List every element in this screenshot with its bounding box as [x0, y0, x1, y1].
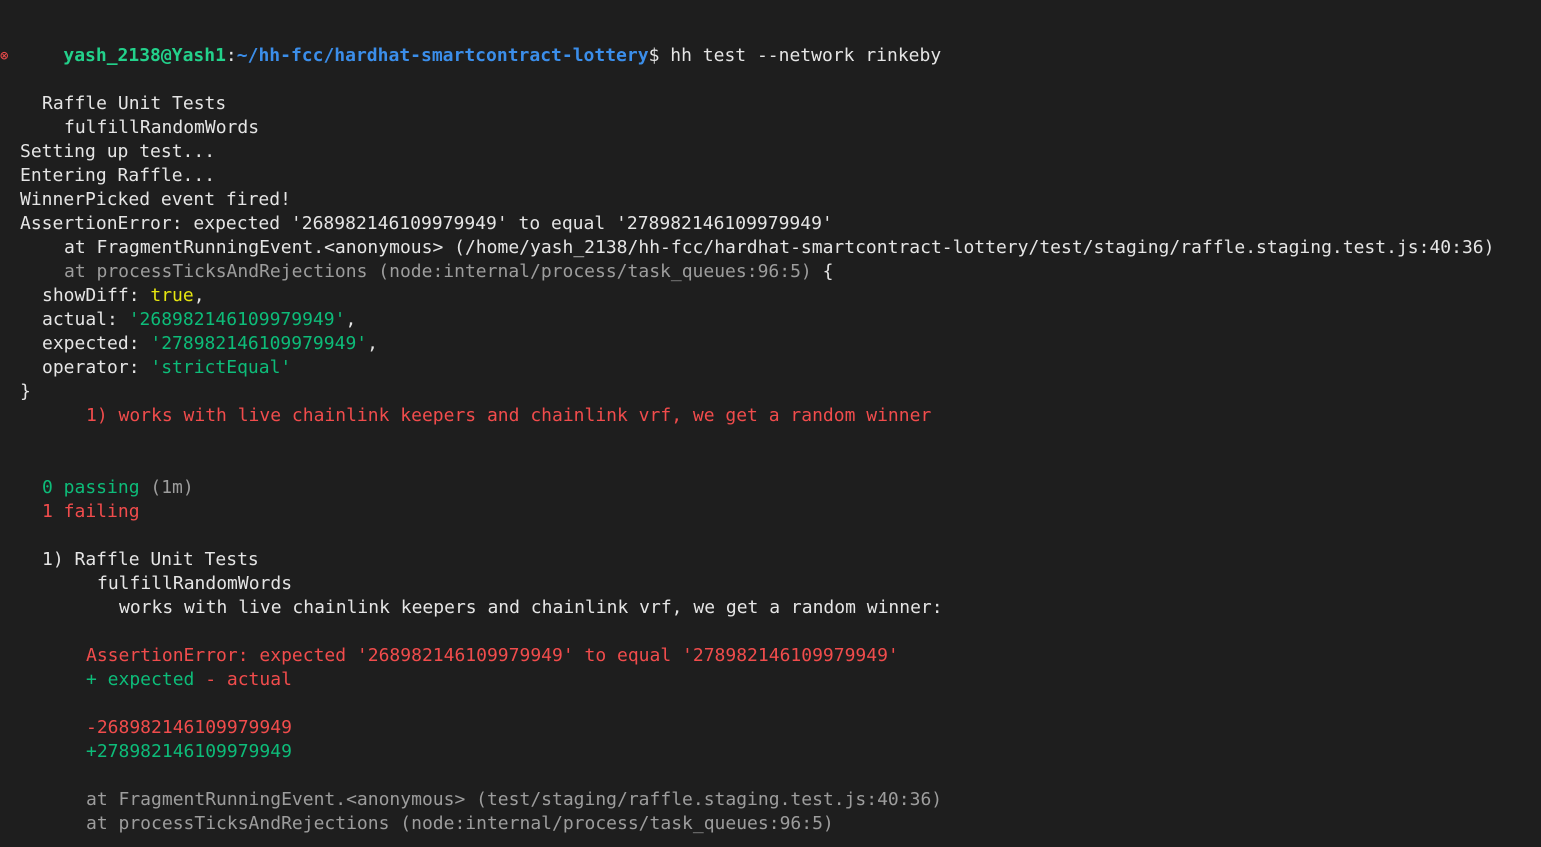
- error-prop-actual: actual: '268982146109979949',: [42, 309, 357, 330]
- log-line: Setting up test...: [20, 141, 216, 162]
- error-prop-showdiff: showDiff: true,: [42, 285, 205, 306]
- diff-legend: + expected - actual: [86, 669, 292, 690]
- failure-stack-line: at FragmentRunningEvent.<anonymous> (tes…: [86, 789, 943, 810]
- log-line: WinnerPicked event fired!: [20, 189, 291, 210]
- describe-name: fulfillRandomWords: [64, 117, 260, 138]
- error-prop-expected: expected: '278982146109979949',: [42, 333, 378, 354]
- error-brace-close: }: [20, 381, 31, 402]
- failure-test-name: works with live chainlink keepers and ch…: [119, 597, 943, 618]
- failure-assertion: AssertionError: expected '26898214610997…: [86, 645, 899, 666]
- stack-trace-line: at processTicksAndRejections (node:inter…: [64, 261, 834, 282]
- stack-trace-line: at FragmentRunningEvent.<anonymous> (/ho…: [64, 237, 1495, 258]
- failed-test-line: 1) works with live chainlink keepers and…: [86, 405, 932, 426]
- failure-title: 1) Raffle Unit Tests: [42, 549, 259, 570]
- diff-plus-line: +278982146109979949: [86, 741, 292, 762]
- diff-minus-line: -268982146109979949: [86, 717, 292, 738]
- failure-stack-line: at processTicksAndRejections (node:inter…: [86, 813, 834, 834]
- failing-count: 1 failing: [42, 501, 140, 522]
- suite-name: Raffle Unit Tests: [42, 93, 227, 114]
- log-line: Entering Raffle...: [20, 165, 216, 186]
- passing-count: 0 passing (1m): [42, 477, 194, 498]
- error-prop-operator: operator: 'strictEqual': [42, 357, 292, 378]
- prompt-line: ⊗ yash_2138@Yash1:~/hh-fcc/hardhat-smartc…: [0, 20, 1541, 66]
- assertion-error: AssertionError: expected '26898214610997…: [20, 213, 833, 234]
- terminal[interactable]: ⊗ yash_2138@Yash1:~/hh-fcc/hardhat-smartc…: [0, 0, 1541, 847]
- failure-describe: fulfillRandomWords: [97, 573, 293, 594]
